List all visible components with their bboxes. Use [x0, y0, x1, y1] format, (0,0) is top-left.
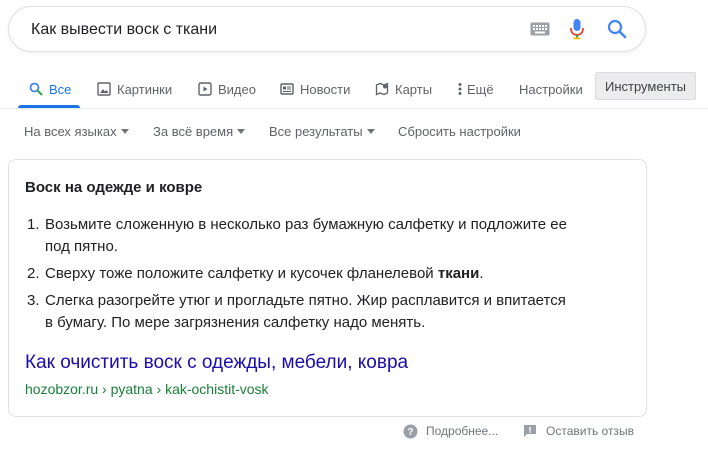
caret-down-icon	[237, 129, 246, 134]
featured-snippet: Воск на одежде и ковре 1. Возьмите сложе…	[8, 159, 647, 417]
keyboard-icon[interactable]	[529, 18, 551, 40]
filter-results[interactable]: Все результаты	[269, 124, 375, 139]
help-icon: ?	[402, 423, 418, 439]
tools-button[interactable]: Инструменты	[595, 72, 696, 100]
list-item: 2. Сверху тоже положите салфетку и кусоч…	[25, 263, 625, 285]
filter-label: За всё время	[153, 124, 234, 139]
tab-label: Карты	[395, 81, 433, 97]
more-info-link[interactable]: ? Подробнее...	[402, 423, 498, 439]
filter-time[interactable]: За всё время	[153, 124, 246, 139]
microphone-icon[interactable]	[566, 18, 588, 40]
step-text: в бумагу. По мере загрязнения салфетку н…	[45, 314, 426, 331]
tab-label: Видео	[218, 81, 256, 97]
more-info-label: Подробнее...	[426, 424, 499, 438]
step-text: .	[479, 265, 484, 282]
feedback-label: Оставить отзыв	[546, 424, 634, 438]
snippet-title: Воск на одежде и ковре	[25, 179, 203, 196]
list-item: 3. Слегка разогрейте утюг и прогладьте п…	[25, 290, 625, 334]
map-icon	[374, 81, 390, 97]
tab-settings[interactable]: Настройки	[519, 72, 583, 106]
search-input[interactable]	[29, 7, 503, 53]
search-icon	[28, 81, 44, 97]
search-bar	[8, 6, 646, 53]
svg-text:?: ?	[407, 427, 413, 438]
search-icon[interactable]	[606, 18, 628, 40]
tab-news[interactable]: Новости	[279, 72, 350, 106]
step-text: под пятно.	[45, 238, 118, 255]
video-icon	[197, 81, 213, 97]
news-icon	[279, 81, 295, 97]
step-number: 1.	[27, 216, 40, 233]
tab-images[interactable]: Картинки	[96, 72, 172, 106]
step-number: 3.	[27, 292, 40, 309]
caret-down-icon	[120, 129, 129, 134]
feedback-link[interactable]: Оставить отзыв	[522, 423, 634, 439]
filter-label: На всех языках	[24, 124, 117, 139]
snippet-steps: 1. Возьмите сложенную в несколько раз бу…	[25, 214, 625, 339]
tab-all[interactable]: Все	[28, 72, 71, 106]
filter-label: Сбросить настройки	[398, 124, 521, 139]
tab-label: Ещё	[467, 81, 494, 97]
step-text: Сверху тоже положите салфетку и кусочек …	[45, 265, 438, 282]
tab-label: Все	[49, 81, 72, 97]
caret-down-icon	[366, 129, 375, 134]
image-icon	[96, 81, 112, 97]
filter-reset[interactable]: Сбросить настройки	[398, 124, 521, 139]
tab-label: Новости	[300, 81, 351, 97]
list-item: 1. Возьмите сложенную в несколько раз бу…	[25, 214, 625, 258]
tab-label: Картинки	[117, 81, 173, 97]
result-title-link[interactable]: Как очистить воск с одежды, мебели, ковр…	[25, 352, 408, 374]
filter-language[interactable]: На всех языках	[24, 124, 129, 139]
result-url: hozobzor.ru › pyatna › kak-ochistit-vosk	[25, 381, 269, 397]
tab-more[interactable]: Ещё	[456, 72, 494, 106]
more-vert-icon	[456, 81, 464, 97]
feedback-icon	[522, 423, 538, 439]
tabs-divider	[0, 108, 708, 109]
tab-maps[interactable]: Карты	[374, 72, 432, 106]
step-highlight: ткани	[437, 265, 480, 282]
step-text: Возьмите сложенную в несколько раз бумаж…	[45, 216, 567, 233]
step-text: Слегка разогрейте утюг и прогладьте пятн…	[45, 292, 566, 309]
filter-label: Все результаты	[269, 124, 363, 139]
tab-label: Настройки	[519, 81, 583, 97]
tab-video[interactable]: Видео	[197, 72, 256, 106]
step-number: 2.	[27, 265, 40, 282]
